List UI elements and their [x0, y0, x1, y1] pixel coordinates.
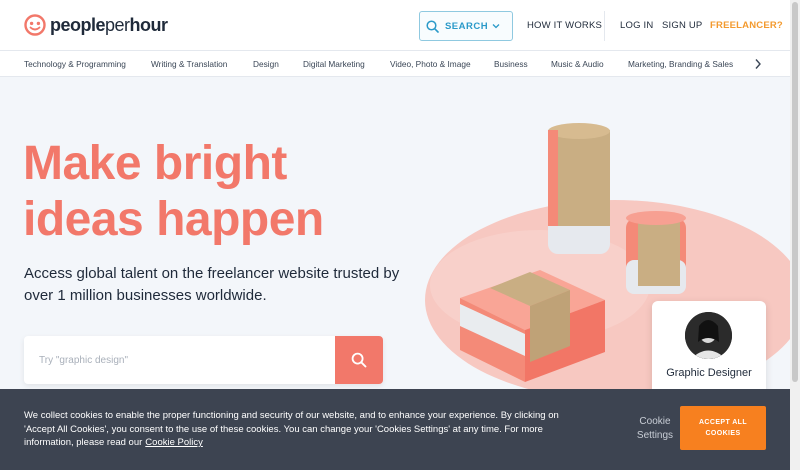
search-button[interactable]: SEARCH	[419, 11, 513, 41]
category-digital-marketing[interactable]: Digital Marketing	[303, 59, 365, 69]
logo-icon	[24, 14, 46, 36]
category-design[interactable]: Design	[253, 59, 279, 69]
hero-search-input[interactable]	[24, 336, 334, 384]
small-container-product	[626, 211, 686, 294]
tall-container-product	[548, 123, 610, 254]
nav-freelancer[interactable]: FREELANCER?	[710, 20, 783, 31]
chevron-right-icon[interactable]	[754, 58, 762, 70]
cookie-settings-button[interactable]: Cookie Settings	[622, 415, 688, 443]
nav-divider	[604, 11, 605, 41]
category-technology-programming[interactable]: Technology & Programming	[24, 59, 126, 69]
cookie-policy-link[interactable]: Cookie Policy	[145, 437, 203, 448]
category-music-audio[interactable]: Music & Audio	[551, 59, 604, 69]
category-marketing-branding-sales[interactable]: Marketing, Branding & Sales	[628, 59, 733, 69]
card-title: Graphic Designer	[666, 367, 752, 379]
scrollbar-thumb[interactable]	[792, 2, 798, 382]
category-business[interactable]: Business	[494, 59, 528, 69]
accept-all-cookies-button[interactable]: ACCEPT ALL COOKIES	[680, 406, 766, 450]
hero-subtitle: Access global talent on the freelancer w…	[24, 265, 400, 304]
top-navigation: peopleperhour SEARCH HOW IT WORKS LOG IN…	[0, 0, 800, 51]
cookie-text: We collect cookies to enable the proper …	[24, 410, 559, 448]
person-silhouette-icon	[685, 312, 732, 359]
hero-title: Make bright ideas happen	[23, 137, 324, 246]
search-icon	[426, 19, 439, 33]
category-writing-translation[interactable]: Writing & Translation	[151, 59, 227, 69]
search-button-label: SEARCH	[444, 20, 489, 32]
category-video-photo-image[interactable]: Video, Photo & Image	[390, 59, 471, 69]
hero-search-box	[24, 336, 383, 384]
nav-sign-up[interactable]: SIGN UP	[662, 20, 702, 31]
nav-how-it-works[interactable]: HOW IT WORKS	[527, 20, 602, 31]
logo-wordmark: peopleperhour	[50, 14, 168, 35]
chevron-down-icon	[492, 24, 500, 29]
logo[interactable]: peopleperhour	[24, 14, 168, 36]
page-scrollbar[interactable]	[790, 0, 800, 470]
search-icon	[351, 352, 367, 368]
freelancer-card[interactable]: Graphic Designer	[652, 301, 766, 401]
avatar	[685, 312, 732, 359]
hero-search-submit-button[interactable]	[335, 336, 383, 384]
cookie-banner: We collect cookies to enable the proper …	[0, 389, 790, 470]
category-bar: Technology & Programming Writing & Trans…	[0, 51, 790, 77]
nav-log-in[interactable]: LOG IN	[620, 20, 653, 31]
